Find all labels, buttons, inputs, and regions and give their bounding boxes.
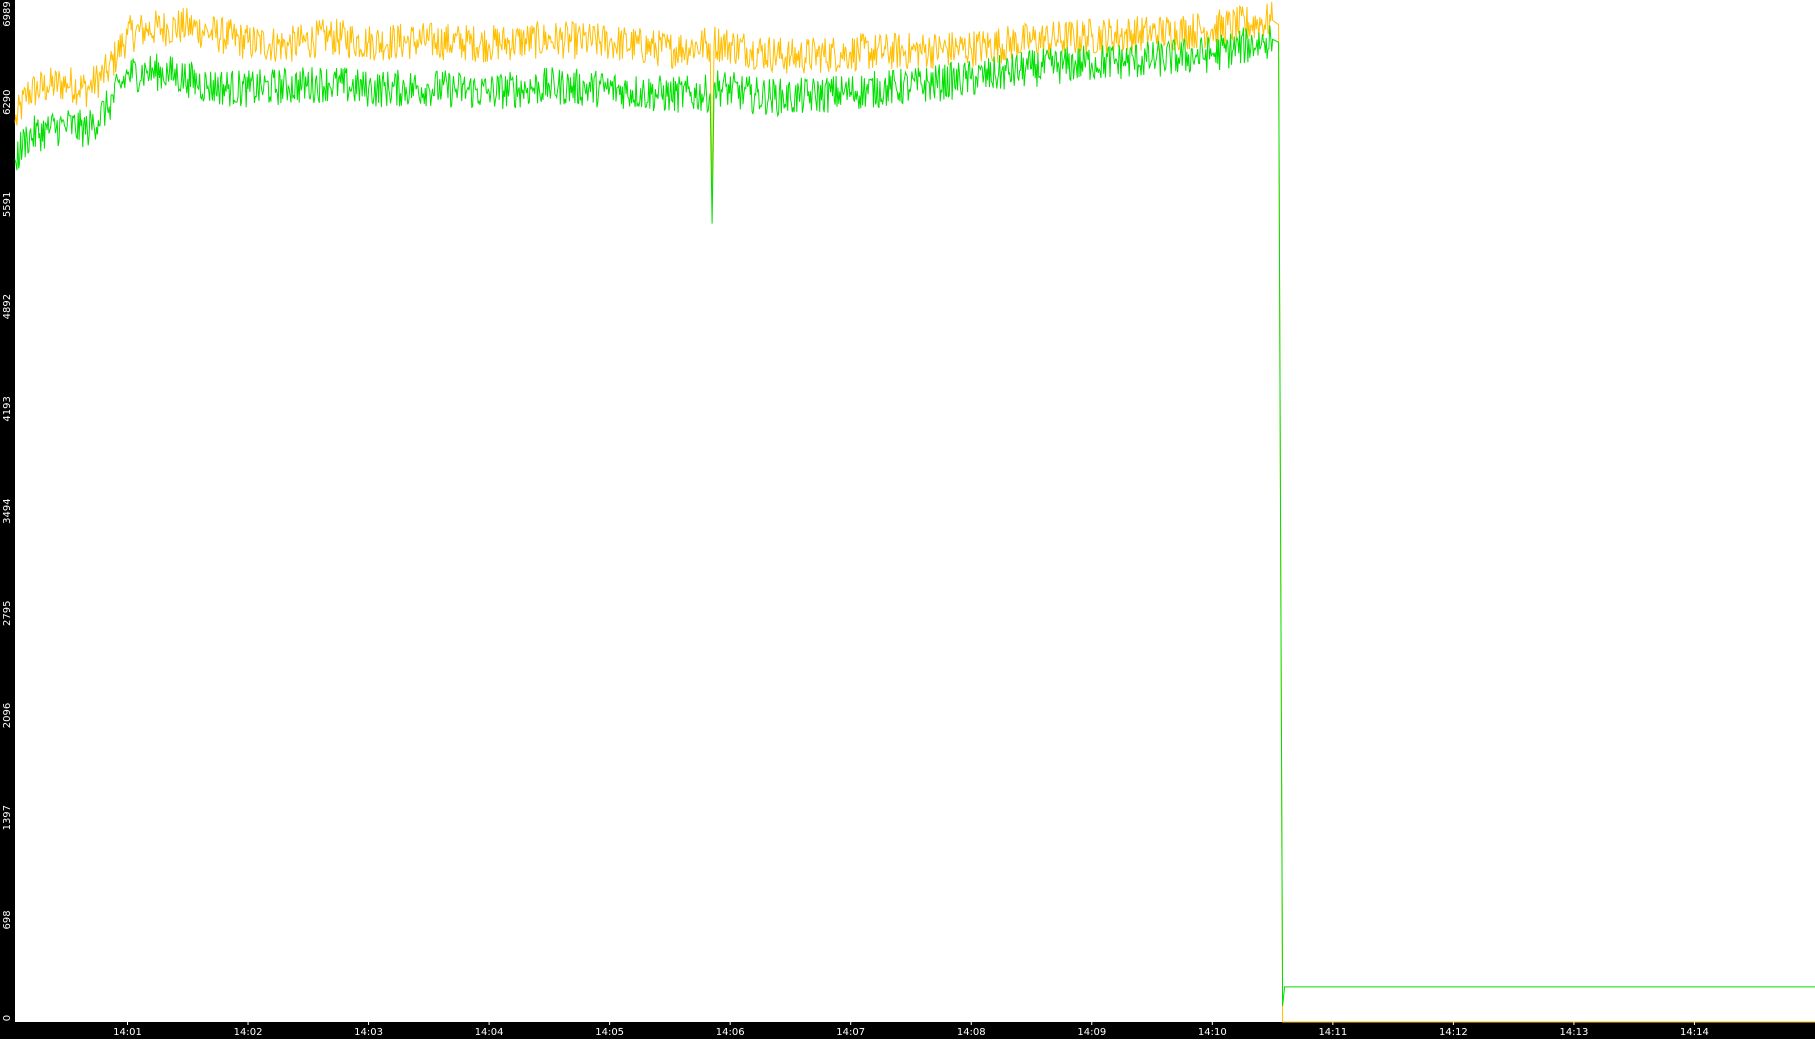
y-tick-label: 5591 bbox=[2, 192, 13, 217]
x-tick-label: 14:09 bbox=[1077, 1027, 1106, 1038]
y-tick-label: 3494 bbox=[2, 498, 13, 523]
y-tick-label: 2795 bbox=[2, 601, 13, 626]
chart-svg: 14:01 14:02 14:03 14:04 14:05 14:06 14:07 14:08… bbox=[0, 0, 1815, 1039]
x-tick-label: 14:14 bbox=[1680, 1027, 1709, 1038]
x-tick-label: 14:03 bbox=[354, 1027, 383, 1038]
y-tick-label: 2096 bbox=[2, 703, 13, 728]
x-tick-label: 14:12 bbox=[1439, 1027, 1468, 1038]
x-tick-label: 14:01 bbox=[113, 1027, 142, 1038]
line-chart: 14:01 14:02 14:03 14:04 14:05 14:06 14:07 14:08… bbox=[0, 0, 1815, 1039]
x-tick-label: 14:05 bbox=[595, 1027, 624, 1038]
x-tick-label: 14:11 bbox=[1318, 1027, 1347, 1038]
x-tick-label: 14:08 bbox=[957, 1027, 986, 1038]
x-tick-label: 14:07 bbox=[836, 1027, 865, 1038]
x-tick-label: 14:02 bbox=[234, 1027, 263, 1038]
x-tick-label: 14:06 bbox=[716, 1027, 745, 1038]
plot-background bbox=[0, 0, 1815, 1039]
y-tick-label: 4193 bbox=[2, 396, 13, 421]
y-tick-label: 6290 bbox=[2, 89, 13, 114]
y-tick-label: 4892 bbox=[2, 294, 13, 319]
y-tick-label: 6989 bbox=[2, 1, 13, 26]
y-tick-label: 1397 bbox=[2, 805, 13, 830]
x-tick-label: 14:13 bbox=[1560, 1027, 1589, 1038]
y-tick-label: 0 bbox=[2, 1015, 13, 1021]
x-axis-band bbox=[0, 1022, 1815, 1039]
x-tick-label: 14:04 bbox=[475, 1027, 504, 1038]
y-tick-label: 698 bbox=[2, 910, 13, 929]
x-tick-label: 14:10 bbox=[1198, 1027, 1227, 1038]
